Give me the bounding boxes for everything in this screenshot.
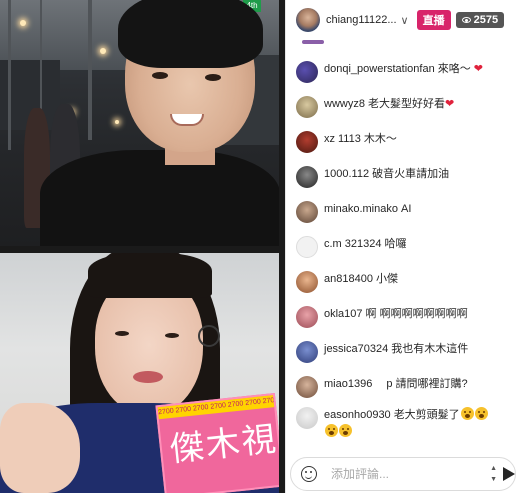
chevron-down-icon[interactable]: ∨ [401, 14, 409, 27]
comment-username[interactable]: minako.minako [324, 203, 398, 215]
avatar[interactable] [296, 306, 318, 328]
arrow-down-icon[interactable]: ▼ [490, 474, 497, 485]
comment-message: 我也有木木這件 [391, 343, 469, 355]
heart-icon: ❤ [470, 63, 483, 75]
stream-header: chiang11122... ∨ 直播 2575 [286, 0, 519, 40]
scroll-arrows[interactable]: ▲ ▼ [490, 463, 497, 485]
send-icon[interactable] [503, 467, 515, 481]
shocked-emoji-icon [339, 424, 352, 437]
comment-row: an818400 小傑 [296, 271, 518, 293]
smile-icon[interactable] [301, 466, 317, 482]
comment-message: 321324 哈囉 [344, 238, 407, 250]
guest-video-feed: 2700 2700 2700 2700 2700 2700 2700 傑木視 [0, 253, 279, 493]
comment-message: 1113 木木～ [338, 133, 397, 145]
fan-sign-text: 傑木視 [168, 419, 279, 471]
arrow-up-icon[interactable]: ▲ [490, 463, 497, 474]
comment-input[interactable] [331, 467, 451, 481]
comment-message: 老大髮型好好看 [367, 98, 445, 110]
comment-input-bar: ▲ ▼ [290, 457, 516, 491]
comment-row: miao1396 p 請問哪裡訂購? [296, 376, 518, 398]
host-username[interactable]: chiang11122... [326, 14, 397, 26]
comment-message: 破音火車請加油 [372, 168, 450, 180]
comment-username[interactable]: jessica70324 [324, 343, 388, 355]
host-avatar[interactable] [296, 8, 320, 32]
avatar[interactable] [296, 166, 318, 188]
viewer-count: 2575 [473, 14, 499, 26]
avatar[interactable] [296, 341, 318, 363]
shocked-emoji-icon [460, 407, 474, 420]
comment-message: 老大剪頭髮了 [393, 409, 460, 421]
shocked-emoji-icon [325, 424, 338, 437]
comment-row: donqi_powerstationfan 來咯～ ❤ [296, 61, 518, 83]
comment-username[interactable]: miao1396 [324, 378, 372, 390]
comment-row: easonho0930 老大剪頭髮了 [296, 407, 518, 441]
avatar[interactable] [296, 271, 318, 293]
comment-row: wwwyz8 老大髮型好好看❤ [296, 96, 518, 118]
live-chat-panel: chiang11122... ∨ 直播 2575 donqi_powerstat… [285, 0, 519, 493]
heart-icon: ❤ [444, 98, 455, 110]
live-badge: 直播 [416, 10, 451, 30]
comment-row: c.m 321324 哈囉 [296, 236, 518, 258]
comment-message: 來咯～ [437, 63, 471, 75]
host-video-feed: 4th [0, 0, 279, 246]
avatar[interactable] [296, 96, 318, 118]
viewer-count-badge[interactable]: 2575 [455, 12, 505, 28]
earring [198, 325, 220, 347]
eye-icon [461, 17, 471, 23]
comment-message: 小傑 [375, 273, 398, 285]
comment-row: okla107 啊 啊啊啊啊啊啊啊啊 [296, 306, 518, 328]
avatar[interactable] [296, 61, 318, 83]
avatar[interactable] [296, 376, 318, 398]
host-shirt [40, 150, 279, 246]
fan-sign: 2700 2700 2700 2700 2700 2700 2700 傑木視 [155, 392, 279, 493]
comment-row: 1000.112 破音火車請加油 [296, 166, 518, 188]
comment-message: 啊 啊啊啊啊啊啊啊啊 [365, 308, 468, 320]
comment-username[interactable]: okla107 [324, 308, 363, 320]
scroll-indicator [302, 40, 324, 44]
comment-username[interactable]: an818400 [324, 273, 373, 285]
comment-row: xz 1113 木木～ [296, 131, 518, 153]
avatar[interactable] [296, 236, 318, 258]
comment-username[interactable]: c.m [324, 238, 342, 250]
comment-row: minako.minako AI [296, 201, 518, 223]
comment-row: jessica70324 我也有木木這件 [296, 341, 518, 363]
comment-username[interactable]: 1000.112 [324, 168, 369, 180]
comment-message: p 請問哪裡訂購? [386, 378, 468, 390]
avatar[interactable] [296, 407, 318, 429]
comment-username[interactable]: easonho0930 [324, 409, 391, 421]
comment-username[interactable]: donqi_powerstationfan [324, 63, 435, 75]
comment-username[interactable]: xz [324, 133, 335, 145]
video-area: 4th 2700 2700 2700 2700 2700 2700 2700 傑… [0, 0, 285, 493]
comment-username[interactable]: wwwyz8 [324, 98, 365, 110]
comment-message: AI [400, 203, 412, 215]
shocked-emoji-icon [474, 407, 488, 420]
avatar[interactable] [296, 131, 318, 153]
avatar[interactable] [296, 201, 318, 223]
